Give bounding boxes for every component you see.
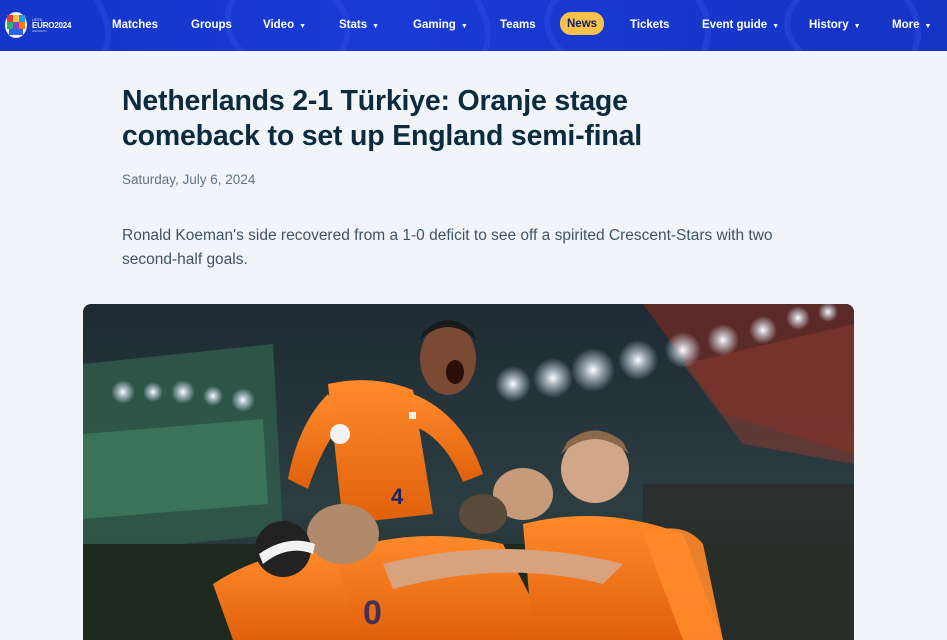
nav-item-more[interactable]: More ▼ bbox=[892, 14, 931, 36]
top-navigation-bar: UEFA EURO2024 GERMANY Matches Groups Vid… bbox=[0, 0, 947, 51]
nav-item-event-guide[interactable]: Event guide ▼ bbox=[702, 14, 779, 36]
svg-text:4: 4 bbox=[391, 484, 404, 509]
chevron-down-icon: ▼ bbox=[924, 22, 932, 30]
nav-item-gaming[interactable]: Gaming ▼ bbox=[413, 14, 468, 36]
nav-item-groups[interactable]: Groups bbox=[191, 14, 232, 36]
chevron-down-icon: ▼ bbox=[299, 22, 307, 30]
nav-item-stats[interactable]: Stats ▼ bbox=[339, 14, 379, 36]
article-date: Saturday, July 6, 2024 bbox=[122, 172, 256, 187]
chevron-down-icon: ▼ bbox=[372, 22, 380, 30]
nav-item-label: Event guide bbox=[702, 19, 768, 31]
nav-item-matches[interactable]: Matches bbox=[112, 14, 158, 36]
nav-item-label: News bbox=[567, 17, 598, 30]
nav-item-label: More bbox=[892, 19, 920, 31]
nav-item-video[interactable]: Video ▼ bbox=[263, 14, 306, 36]
chevron-down-icon: ▼ bbox=[853, 22, 861, 30]
nav-item-tickets[interactable]: Tickets bbox=[630, 14, 669, 36]
logo-line-germany: GERMANY bbox=[32, 28, 48, 33]
logo-line-uefa: UEFA bbox=[32, 16, 43, 22]
nav-item-history[interactable]: History ▼ bbox=[809, 14, 861, 36]
nav-item-label: Groups bbox=[191, 19, 232, 31]
nav-item-news[interactable]: News bbox=[560, 12, 605, 35]
nav-item-label: Stats bbox=[339, 19, 368, 31]
nav-item-label: Video bbox=[263, 19, 295, 31]
article-hero-image: 4 0 bbox=[83, 304, 854, 640]
nav-item-label: Matches bbox=[112, 19, 159, 31]
article-headline: Netherlands 2-1 Türkiye: Oranje stage co… bbox=[122, 85, 642, 152]
nav-item-label: Gaming bbox=[413, 19, 456, 31]
nav-item-teams[interactable]: Teams bbox=[500, 14, 536, 36]
chevron-down-icon: ▼ bbox=[772, 22, 780, 30]
chevron-down-icon: ▼ bbox=[460, 22, 468, 30]
euro2024-logo[interactable]: UEFA EURO2024 GERMANY bbox=[4, 8, 74, 42]
nav-item-label: Teams bbox=[500, 19, 536, 31]
article-standfirst: Ronald Koeman's side recovered from a 1-… bbox=[122, 227, 773, 268]
nav-item-label: History bbox=[809, 19, 849, 31]
nav-item-label: Tickets bbox=[630, 19, 670, 31]
svg-text:0: 0 bbox=[363, 594, 382, 632]
euro-trophy-logo-icon bbox=[4, 11, 28, 39]
